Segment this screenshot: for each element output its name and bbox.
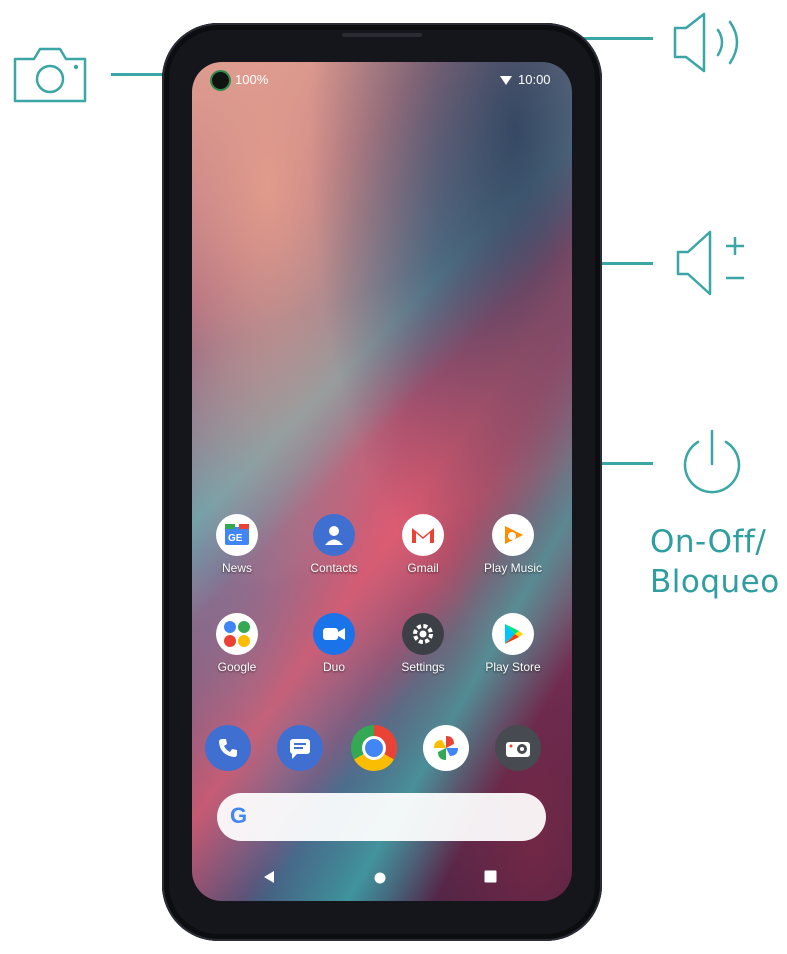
app-label: Play Music — [483, 561, 542, 575]
front-camera — [212, 72, 229, 89]
app-duo[interactable]: Duo — [289, 613, 379, 674]
speaker-icon — [670, 10, 755, 75]
app-label: News — [221, 561, 252, 575]
settings-icon — [402, 613, 444, 655]
power-callout-line — [598, 462, 653, 465]
app-label: Contacts — [310, 561, 358, 575]
app-play-store[interactable]: Play Store — [468, 613, 558, 674]
play-store-icon — [492, 613, 534, 655]
play-music-icon — [492, 514, 534, 556]
chrome-icon — [351, 725, 397, 771]
home-icon[interactable] — [374, 871, 386, 889]
clock: 10:00 — [518, 72, 551, 87]
app-label: Gmail — [407, 561, 439, 575]
power-caption: On-Off/ Bloqueo — [650, 522, 780, 602]
app-label: Google — [217, 660, 257, 674]
app-label: Duo — [322, 660, 345, 674]
home-screen: 100% 10:00 GE News Contacts Gmail Play M… — [192, 62, 572, 901]
duo-icon — [313, 613, 355, 655]
recents-icon[interactable] — [484, 870, 497, 888]
dock-camera[interactable] — [473, 725, 563, 771]
camera-icon — [10, 43, 90, 105]
news-icon: GE — [216, 514, 258, 556]
power-icon — [676, 428, 748, 500]
camera-app-icon — [495, 725, 541, 771]
app-google-folder[interactable]: Google — [192, 613, 282, 674]
google-logo: G — [230, 803, 248, 828]
photos-icon — [423, 725, 469, 771]
phone-icon — [205, 725, 251, 771]
power-caption-line1: On-Off/ — [650, 524, 767, 560]
app-settings[interactable]: Settings — [378, 613, 468, 674]
gmail-icon — [402, 514, 444, 556]
svg-text:GE: GE — [228, 533, 243, 544]
app-play-music[interactable]: Play Music — [468, 514, 558, 575]
messages-icon — [277, 725, 323, 771]
battery-percent: 100% — [235, 72, 269, 87]
google-search-bar[interactable]: G — [217, 793, 546, 841]
back-icon[interactable] — [262, 870, 276, 889]
volume-callout-line — [598, 262, 653, 265]
app-news[interactable]: GE News — [192, 514, 282, 575]
volume-rocker-icon — [672, 224, 752, 299]
app-contacts[interactable]: Contacts — [289, 514, 379, 575]
google-folder-icon — [216, 613, 258, 655]
earpiece — [342, 33, 422, 37]
contacts-icon — [313, 514, 355, 556]
app-label: Play Store — [485, 660, 541, 674]
app-gmail[interactable]: Gmail — [378, 514, 468, 575]
phone-body: 100% 10:00 GE News Contacts Gmail Play M… — [162, 23, 602, 941]
wifi-icon — [500, 76, 512, 85]
power-caption-line2: Bloqueo — [650, 564, 780, 600]
app-label: Settings — [401, 660, 445, 674]
